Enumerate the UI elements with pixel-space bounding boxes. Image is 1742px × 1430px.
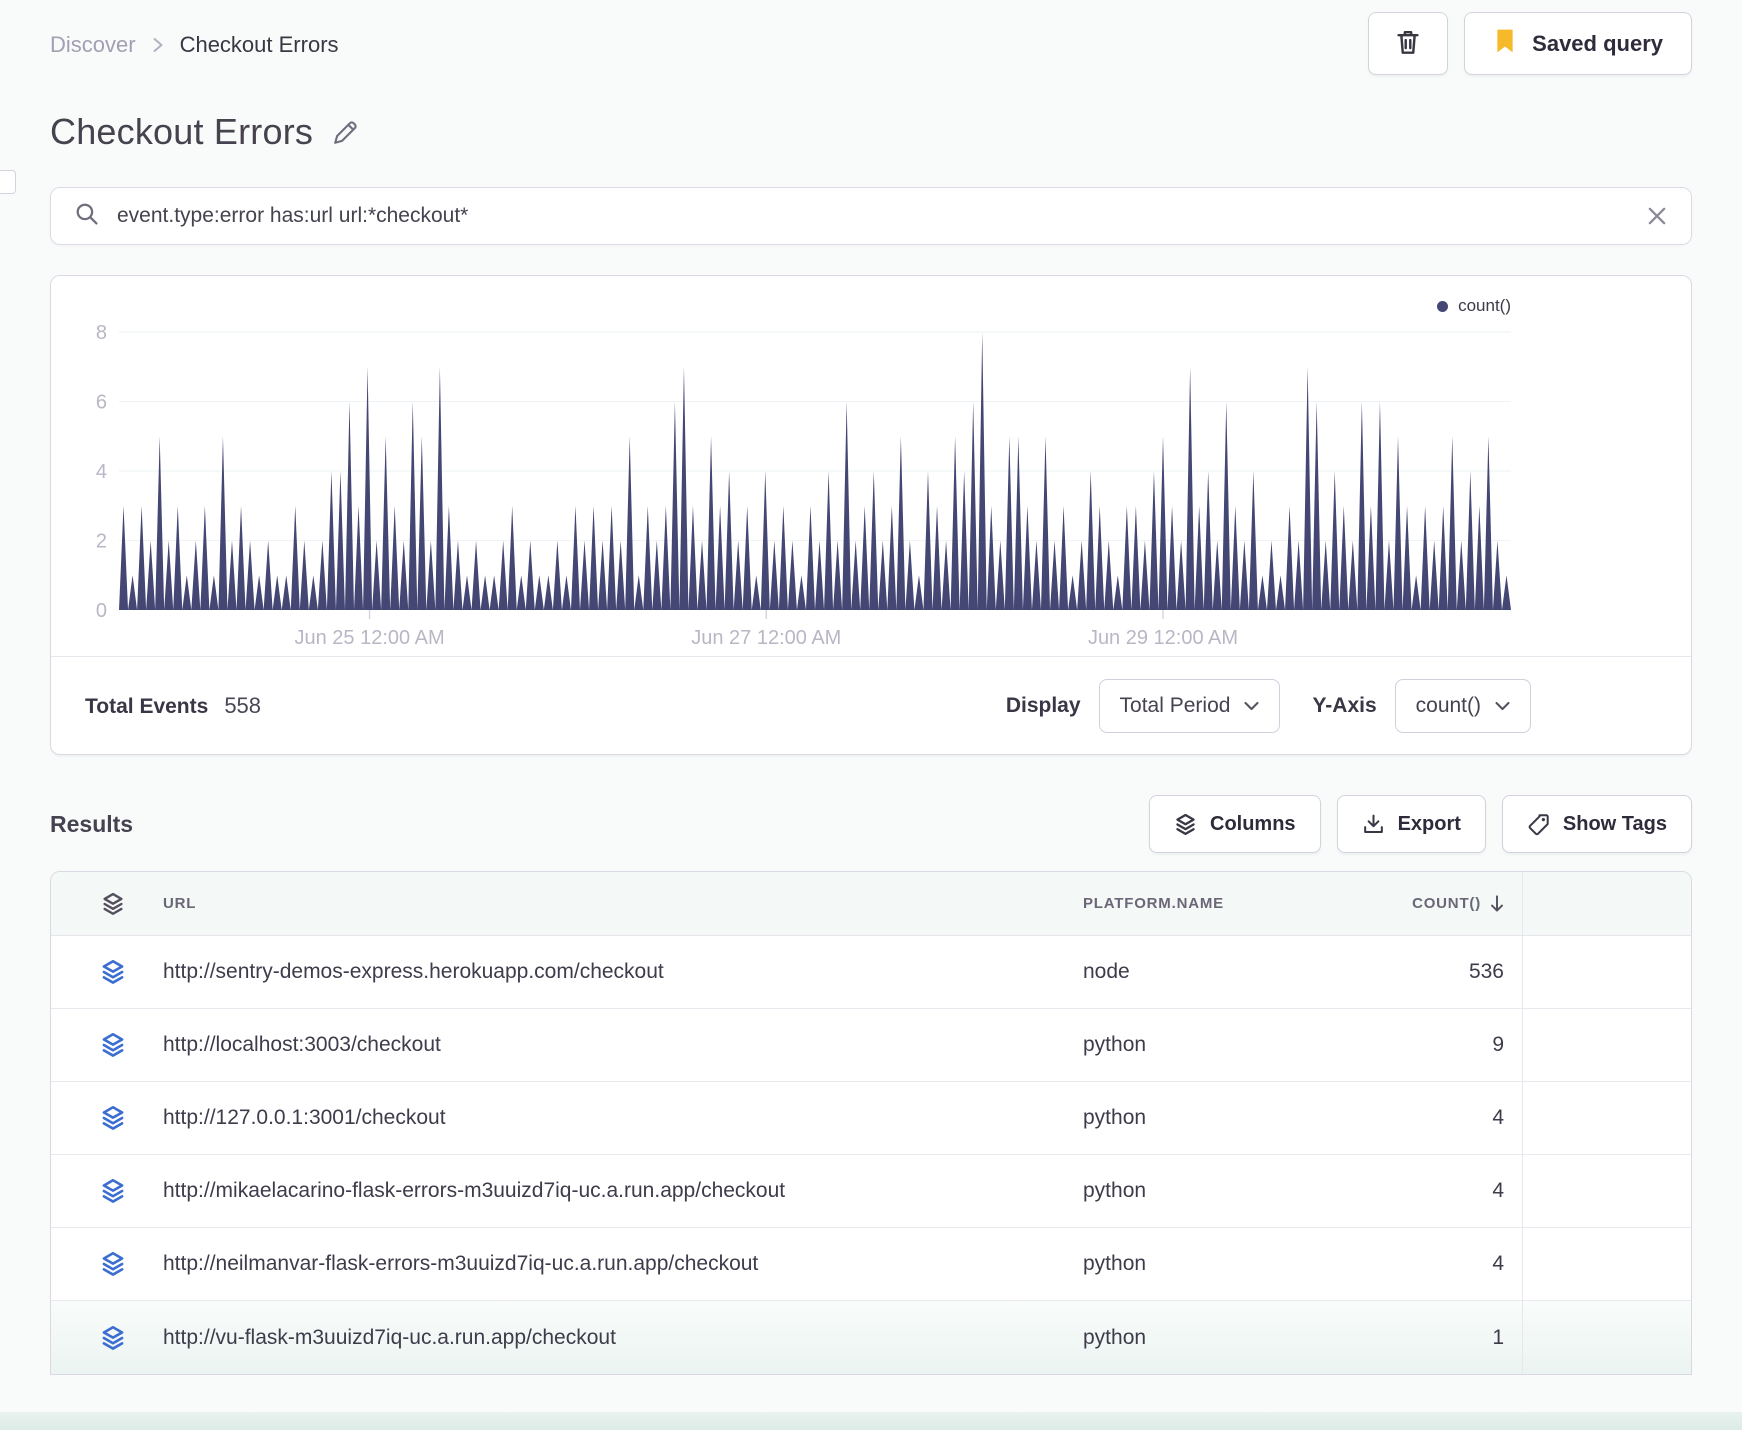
yaxis-label: Y-Axis [1312, 693, 1377, 717]
x-axis-tick-label: Jun 25 12:00 AM [295, 627, 445, 649]
x-axis-tick-label: Jun 29 12:00 AM [1088, 627, 1238, 649]
row-stack-icon[interactable] [85, 1032, 141, 1058]
column-header-count[interactable]: COUNT() [1355, 894, 1522, 913]
table-row[interactable]: http://localhost:3003/checkout python 9 [51, 1009, 1691, 1082]
table-row[interactable]: http://vu-flask-m3uuizd7iq-uc.a.run.app/… [51, 1301, 1691, 1374]
events-chart-card: count() 0 2 4 6 8 Jun 25 12:00 AM Jun 27 12:00… [50, 275, 1692, 755]
page-bottom-band [0, 1412, 1742, 1430]
url-cell: http://sentry-demos-express.herokuapp.co… [163, 960, 664, 983]
results-heading: Results [50, 810, 134, 837]
count-cell: 4 [1492, 1179, 1504, 1202]
total-events-value: 558 [224, 692, 262, 718]
show-tags-button[interactable]: Show Tags [1501, 795, 1692, 853]
column-divider [1522, 1301, 1691, 1374]
page-header: Discover Checkout Errors Saved query [50, 0, 1692, 75]
chevron-down-icon [1244, 701, 1259, 710]
delete-query-button[interactable] [1368, 12, 1449, 75]
columns-button[interactable]: Columns [1149, 795, 1321, 853]
url-cell: http://mikaelacarino-flask-errors-m3uuiz… [163, 1179, 786, 1202]
clear-search-icon[interactable] [1647, 206, 1667, 226]
total-events-label: Total Events [85, 694, 209, 718]
column-divider [1522, 872, 1691, 935]
column-divider [1522, 1082, 1691, 1154]
table-header-row: URL PLATFORM.NAME COUNT() [51, 872, 1691, 936]
column-divider [1522, 1228, 1691, 1300]
count-cell: 536 [1468, 960, 1504, 983]
platform-cell: python [1083, 1033, 1147, 1056]
platform-cell: node [1083, 960, 1130, 983]
row-stack-icon[interactable] [85, 1325, 141, 1351]
url-cell: http://vu-flask-m3uuizd7iq-uc.a.run.app/… [163, 1325, 616, 1349]
count-cell: 4 [1492, 1252, 1504, 1275]
count-cell: 4 [1492, 1106, 1504, 1129]
edit-title-icon[interactable] [331, 119, 359, 152]
export-button[interactable]: Export [1336, 795, 1486, 853]
chevron-down-icon [1495, 701, 1510, 710]
show-tags-button-label: Show Tags [1562, 812, 1667, 835]
breadcrumb-current: Checkout Errors [179, 32, 339, 57]
display-period-value: Total Period [1119, 693, 1231, 717]
search-bar[interactable]: event.type:error has:url url:*checkout* [50, 187, 1692, 245]
svg-text:2: 2 [96, 531, 107, 553]
table-row[interactable]: http://sentry-demos-express.herokuapp.co… [51, 936, 1691, 1009]
row-stack-icon[interactable] [85, 1105, 141, 1131]
count-cell: 9 [1492, 1033, 1504, 1056]
table-row[interactable]: http://127.0.0.1:3001/checkout python 4 [51, 1082, 1691, 1155]
table-row[interactable]: http://neilmanvar-flask-errors-m3uuizd7i… [51, 1228, 1691, 1301]
chart-legend-count[interactable]: count() [1437, 296, 1511, 316]
total-events: Total Events 558 [85, 693, 261, 719]
column-header-url[interactable]: URL [141, 895, 1083, 912]
url-cell: http://127.0.0.1:3001/checkout [163, 1106, 446, 1129]
svg-text:0: 0 [96, 600, 107, 622]
layers-icon [1174, 813, 1197, 836]
saved-query-label: Saved query [1532, 30, 1663, 56]
breadcrumb-chevron-icon [152, 35, 164, 55]
column-divider [1522, 1155, 1691, 1227]
platform-cell: python [1083, 1325, 1147, 1349]
x-axis-tick-label: Jun 27 12:00 AM [691, 627, 841, 649]
trash-icon [1394, 27, 1422, 60]
svg-text:6: 6 [96, 392, 107, 414]
export-button-label: Export [1397, 812, 1461, 835]
platform-cell: python [1083, 1106, 1147, 1129]
legend-label: count() [1458, 296, 1511, 315]
page-title: Checkout Errors [50, 111, 314, 152]
breadcrumb-discover-link[interactable]: Discover [50, 32, 136, 58]
search-icon [75, 202, 99, 231]
panel-collapse-handle[interactable] [0, 170, 16, 194]
svg-text:8: 8 [96, 322, 107, 344]
display-label: Display [1005, 693, 1081, 717]
columns-button-label: Columns [1210, 812, 1296, 835]
row-stack-icon[interactable] [85, 1178, 141, 1204]
search-query-input[interactable]: event.type:error has:url url:*checkout* [117, 204, 1629, 228]
count-cell: 1 [1492, 1325, 1504, 1349]
row-stack-icon[interactable] [85, 1251, 141, 1277]
table-row[interactable]: http://mikaelacarino-flask-errors-m3uuiz… [51, 1155, 1691, 1228]
bookmark-icon [1493, 28, 1517, 60]
svg-text:4: 4 [96, 461, 107, 483]
tag-icon [1528, 813, 1549, 835]
events-spike-chart: 0 2 4 6 8 Jun 25 12:00 AM Jun 27 12:00 AM Jun 2… [96, 322, 1511, 649]
results-table: URL PLATFORM.NAME COUNT() http://sentry-… [50, 871, 1692, 1375]
breadcrumb: Discover Checkout Errors [50, 32, 339, 58]
count-header-label: COUNT() [1412, 895, 1481, 912]
url-cell: http://neilmanvar-flask-errors-m3uuizd7i… [163, 1252, 759, 1275]
yaxis-value: count() [1415, 693, 1481, 717]
sort-desc-arrow-icon [1491, 894, 1503, 911]
column-divider [1522, 936, 1691, 1008]
column-divider [1522, 1009, 1691, 1081]
url-cell: http://localhost:3003/checkout [163, 1033, 441, 1056]
column-header-platform[interactable]: PLATFORM.NAME [1083, 895, 1355, 912]
platform-cell: python [1083, 1252, 1147, 1275]
platform-cell: python [1083, 1179, 1147, 1202]
saved-query-button[interactable]: Saved query [1464, 12, 1692, 75]
display-period-dropdown[interactable]: Total Period [1098, 678, 1281, 733]
header-stack-icon[interactable] [85, 892, 141, 916]
row-stack-icon[interactable] [85, 959, 141, 985]
legend-dot-icon [1437, 300, 1449, 312]
yaxis-dropdown[interactable]: count() [1394, 678, 1531, 733]
download-icon [1363, 814, 1383, 833]
